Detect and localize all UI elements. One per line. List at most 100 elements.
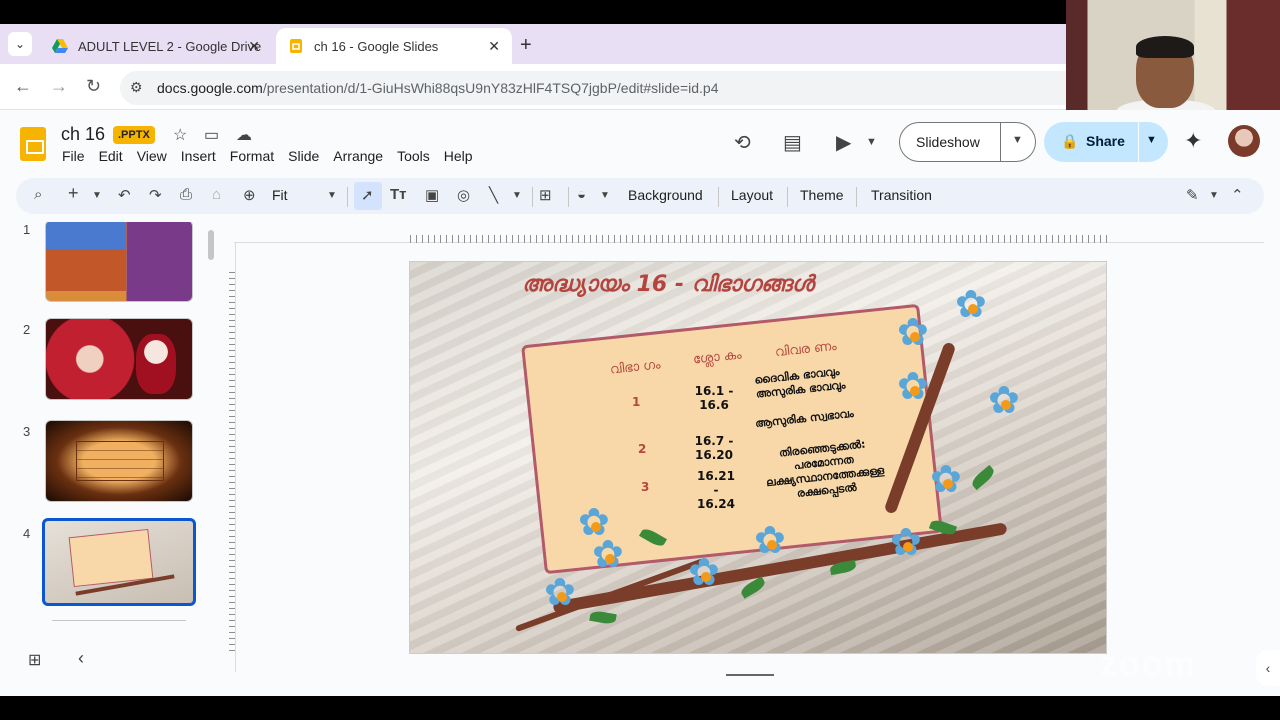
close-icon[interactable]: ✕ — [248, 38, 260, 55]
back-icon[interactable]: ← — [14, 76, 32, 97]
collapse-filmstrip-icon[interactable]: ‹ — [78, 648, 84, 669]
divider — [787, 187, 788, 207]
star-icon[interactable]: ☆ — [173, 125, 187, 145]
row-2-verse[interactable]: 16.7 - 16.20 — [694, 434, 734, 462]
avatar[interactable] — [1228, 125, 1260, 157]
meet-icon[interactable]: ▶ — [836, 130, 851, 155]
side-panel-toggle[interactable]: ‹ — [1256, 650, 1280, 686]
zoom-select[interactable]: Fit — [272, 187, 288, 203]
webcam-overlay — [1066, 0, 1280, 120]
slide-number: 1 — [23, 222, 31, 237]
tab-google-drive[interactable]: ADULT LEVEL 2 - Google Drive ✕ — [40, 28, 272, 64]
reload-icon[interactable]: ↻ — [86, 76, 101, 97]
menu-help[interactable]: Help — [444, 148, 473, 164]
slide-thumbnail-2[interactable] — [45, 318, 193, 400]
forward-icon[interactable]: → — [50, 76, 68, 97]
search-icon[interactable]: ⌕ — [34, 186, 42, 203]
flower-decoration — [890, 524, 924, 564]
document-title[interactable]: ch 16 — [61, 124, 105, 145]
divider — [1000, 123, 1001, 161]
chevron-down-icon[interactable]: ▼ — [1146, 134, 1157, 146]
theme-button[interactable]: Theme — [800, 187, 844, 203]
site-info-icon[interactable]: ⚙ — [130, 79, 143, 96]
line-icon[interactable]: ╲ — [489, 186, 498, 204]
chevron-down-icon[interactable]: ▼ — [1209, 190, 1219, 201]
grid-view-icon[interactable]: ⊞ — [28, 650, 41, 670]
zoom-icon[interactable]: ⊕ — [243, 186, 256, 204]
row-3-verse[interactable]: 16.21 - 16.24 — [694, 469, 738, 511]
tab-search-button[interactable]: ⌄ — [8, 32, 32, 56]
slide-thumbnail-3[interactable] — [45, 420, 193, 502]
slide-thumbnail-1[interactable] — [45, 222, 193, 302]
file-type-badge: .PPTX — [113, 126, 155, 144]
slide-title[interactable]: അദ്ധ്യായം 16 - വിഭാഗങ്ങൾ — [522, 272, 814, 297]
flower-decoration — [688, 554, 722, 594]
tab-google-slides[interactable]: ch 16 - Google Slides ✕ — [276, 28, 512, 64]
menu-view[interactable]: View — [137, 148, 167, 164]
flower-decoration — [592, 536, 626, 576]
slideshow-button[interactable]: Slideshow ▼ — [899, 122, 1036, 162]
print-icon[interactable]: ⎙ — [180, 186, 192, 203]
bottom-black-bar — [0, 696, 1280, 720]
select-tool-icon[interactable]: ➚ — [361, 186, 374, 204]
background-button[interactable]: Background — [628, 187, 703, 203]
chevron-down-icon[interactable]: ▼ — [600, 190, 610, 201]
lock-icon: 🔒 — [1061, 133, 1079, 149]
tab-title: ADULT LEVEL 2 - Google Drive — [78, 38, 262, 54]
horizontal-ruler[interactable] — [410, 235, 1108, 243]
border-color-icon[interactable]: ◒ — [577, 186, 586, 203]
version-history-icon[interactable]: ⟲ — [734, 130, 751, 155]
menu-tools[interactable]: Tools — [397, 148, 430, 164]
pen-icon[interactable]: ✎ — [1186, 186, 1199, 204]
slide-canvas[interactable]: അദ്ധ്യായം 16 - വിഭാഗങ്ങൾ വിഭാ ഗം ശ്ലോ കം… — [409, 261, 1107, 654]
new-tab-button[interactable]: + — [520, 34, 532, 57]
layout-button[interactable]: Layout — [731, 187, 773, 203]
divider — [718, 187, 719, 207]
collapse-toolbar-icon[interactable]: ⌃ — [1231, 186, 1244, 204]
row-1-verse[interactable]: 16.1 - 16.6 — [694, 384, 734, 412]
gemini-icon[interactable]: ✦ — [1184, 128, 1202, 154]
share-label: Share — [1086, 133, 1125, 149]
row-2-number[interactable]: 2 — [638, 442, 646, 456]
paint-format-icon[interactable]: ⌂ — [212, 186, 221, 203]
shape-icon[interactable]: ◎ — [457, 186, 470, 204]
flower-decoration — [544, 574, 578, 614]
cloud-status-icon[interactable]: ☁ — [236, 125, 252, 145]
menu-file[interactable]: File — [62, 148, 85, 164]
slide-number: 4 — [23, 526, 31, 541]
filmstrip-scrollbar[interactable] — [208, 230, 214, 260]
comments-icon[interactable]: ▤ — [783, 130, 802, 155]
transition-button[interactable]: Transition — [871, 187, 932, 203]
menu-slide[interactable]: Slide — [288, 148, 319, 164]
url-text: docs.google.com/presentation/d/1-GiuHsWh… — [157, 80, 719, 96]
screen: ⌄ ADULT LEVEL 2 - Google Drive ✕ ch 16 -… — [0, 0, 1280, 720]
menu-edit[interactable]: Edit — [99, 148, 123, 164]
url-field[interactable]: ⚙ docs.google.com/presentation/d/1-GiuHs… — [120, 71, 1066, 105]
row-1-number[interactable]: 1 — [632, 395, 640, 409]
chevron-down-icon[interactable]: ▼ — [512, 190, 522, 201]
chevron-down-icon[interactable]: ▼ — [92, 190, 102, 201]
vertical-ruler[interactable] — [229, 272, 235, 652]
comment-add-icon[interactable]: ⊞ — [539, 186, 552, 204]
speaker-notes-handle[interactable] — [726, 674, 774, 676]
chevron-down-icon[interactable]: ▼ — [1012, 134, 1023, 146]
google-drive-icon — [52, 39, 68, 53]
menu-arrange[interactable]: Arrange — [333, 148, 383, 164]
slides-logo-icon[interactable] — [20, 127, 46, 161]
new-slide-icon[interactable]: + — [68, 183, 79, 204]
slide-number: 2 — [23, 322, 31, 337]
row-3-number[interactable]: 3 — [641, 480, 649, 494]
slide-thumbnail-4[interactable] — [42, 518, 196, 606]
close-icon[interactable]: ✕ — [488, 38, 500, 55]
image-icon[interactable]: ▣ — [425, 186, 439, 204]
undo-icon[interactable]: ↶ — [118, 186, 131, 204]
menu-insert[interactable]: Insert — [181, 148, 216, 164]
text-box-icon[interactable]: Tт — [390, 186, 407, 203]
chevron-down-icon[interactable]: ▼ — [327, 190, 337, 201]
menu-format[interactable]: Format — [230, 148, 274, 164]
slide-filmstrip: 1 2 3 4 — [0, 222, 220, 652]
chevron-down-icon[interactable]: ▼ — [866, 136, 877, 148]
share-button[interactable]: 🔒 Share ▼ — [1044, 122, 1168, 162]
redo-icon[interactable]: ↷ — [149, 186, 162, 204]
move-folder-icon[interactable]: ▭ — [204, 125, 219, 145]
